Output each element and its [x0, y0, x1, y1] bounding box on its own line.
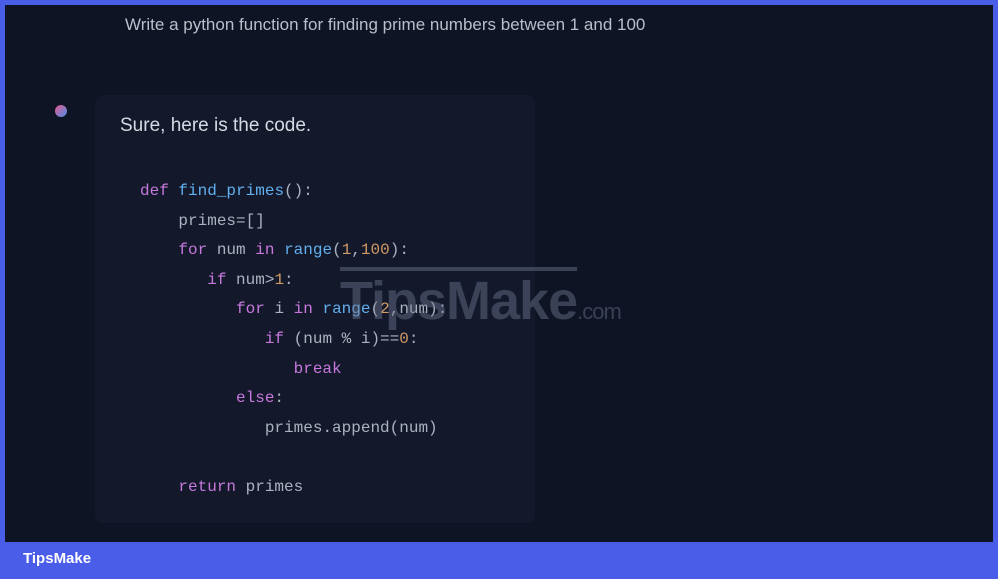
code-text: primes — [246, 478, 304, 496]
response-intro-text: Sure, here is the code. — [120, 115, 510, 137]
code-keyword: if — [207, 271, 226, 289]
code-keyword: if — [265, 330, 284, 348]
code-builtin: range — [322, 300, 370, 318]
assistant-avatar-icon — [55, 105, 67, 117]
code-text: ): — [428, 300, 447, 318]
code-keyword: for — [236, 300, 265, 318]
code-text: : — [409, 330, 419, 348]
code-keyword: in — [294, 300, 313, 318]
code-keyword: in — [255, 241, 274, 259]
code-function-name: find_primes — [178, 182, 284, 200]
code-text: , — [390, 300, 400, 318]
code-keyword: else — [236, 389, 274, 407]
code-builtin: range — [284, 241, 332, 259]
code-text: : — [284, 271, 294, 289]
code-number: 1 — [342, 241, 352, 259]
content-area: Write a python function for finding prim… — [5, 5, 993, 539]
code-text: num — [217, 241, 246, 259]
code-text: num — [399, 300, 428, 318]
code-number: 0 — [399, 330, 409, 348]
code-text: , — [351, 241, 361, 259]
code-text: ( — [332, 241, 342, 259]
response-row: Sure, here is the code. def find_primes(… — [55, 95, 953, 523]
footer-bar: TipsMake — [5, 542, 993, 574]
footer-brand: TipsMake — [23, 550, 91, 567]
code-keyword: break — [294, 360, 342, 378]
code-keyword: def — [140, 182, 169, 200]
code-block[interactable]: def find_primes(): primes=[] for num in … — [120, 177, 510, 503]
code-text: primes=[] — [178, 212, 264, 230]
code-number: 2 — [380, 300, 390, 318]
code-text: primes.append(num) — [265, 419, 438, 437]
code-keyword: return — [178, 478, 236, 496]
user-prompt: Write a python function for finding prim… — [125, 15, 953, 35]
code-keyword: for — [178, 241, 207, 259]
code-text: ): — [390, 241, 409, 259]
code-text: ( — [370, 300, 380, 318]
code-text: (): — [284, 182, 313, 200]
code-text: : — [274, 389, 284, 407]
code-text: i — [274, 300, 284, 318]
code-text: (num % i)== — [294, 330, 400, 348]
response-content: Sure, here is the code. def find_primes(… — [95, 95, 535, 523]
code-text: num> — [236, 271, 274, 289]
code-number: 100 — [361, 241, 390, 259]
code-number: 1 — [274, 271, 284, 289]
